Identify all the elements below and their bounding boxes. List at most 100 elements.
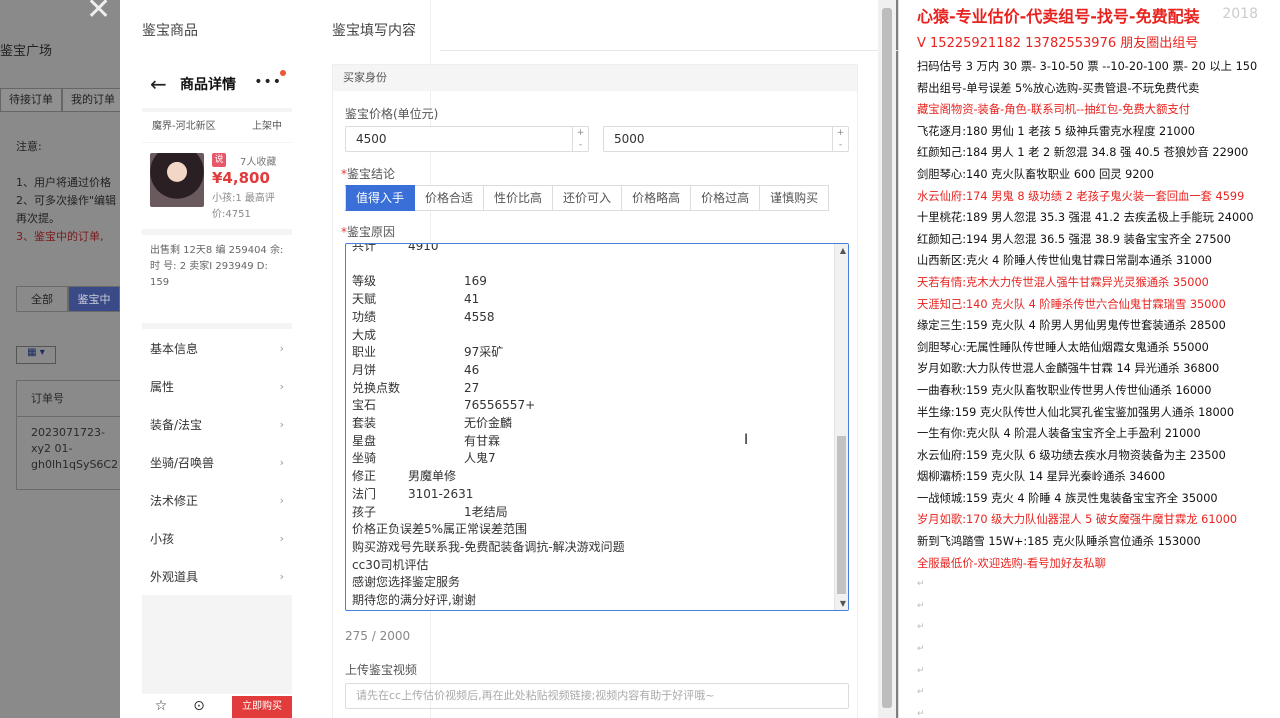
bg-tabs: 待接订单 我的订单 (0, 88, 120, 112)
reason-line: 天赋 41 (352, 291, 832, 309)
location-icon[interactable]: ⊙ (180, 694, 218, 718)
bg-filter-all[interactable]: 全部 (16, 286, 68, 312)
doc-line: 缘定三生:159 克火队 4 阶男人男仙男鬼传世套装通杀 28500 (917, 319, 1226, 333)
reason-text: 共计 4910 等级 169 天赋 41 功绩 4558 大成 职业 97采矿 月饼 46 兑换点数 27… (352, 243, 832, 610)
menu-item-label: 外观道具 (150, 569, 199, 584)
reason-key: 职业 (352, 345, 377, 360)
reason-key: 共计 (352, 243, 377, 253)
star-icon[interactable]: ☆ (142, 694, 180, 718)
reason-line: 坐骑 人鬼7 (352, 450, 832, 468)
menu-item-appearance[interactable]: 外观道具 › (142, 557, 292, 595)
stepper-icon[interactable]: + - (572, 127, 588, 151)
buy-now-button[interactable]: 立即购买 (232, 696, 292, 718)
reason-key: 孩子 (352, 504, 377, 519)
product-menu: 基本信息 › 属性 › 装备/法宝 › 坐骑/召唤兽 › 法术修正 › 小孩 › 外观道具 › (142, 329, 292, 595)
menu-item-spell-correction[interactable]: 法术修正 › (142, 481, 292, 519)
favorite-count: 7人收藏 (240, 157, 277, 168)
bg-filter: 全部 鉴宝中 (16, 286, 120, 312)
chevron-right-icon: › (279, 531, 284, 545)
appraisal-content-heading: 鉴宝填写内容 (332, 23, 416, 39)
stepper-icon[interactable]: + - (832, 127, 848, 151)
reason-key: 大成 (352, 327, 377, 342)
background-page: 鉴宝广场 待接订单 我的订单 注意: 1、用户将通过价格 2、可多次操作"编辑 … (0, 0, 120, 718)
reason-key: 期待您的满分好评,谢谢 (352, 593, 476, 608)
chevron-right-icon: › (279, 341, 284, 355)
bg-tab-pending[interactable]: 待接订单 (0, 88, 62, 112)
chevron-right-icon: › (279, 493, 284, 507)
doc-line: 剑胆琴心:无属性睡队传世睡人太皓仙烟霞女鬼通杀 55000 (917, 340, 1209, 354)
reason-line: 套装 无价金麟 (352, 415, 832, 433)
reason-key: 坐骑 (352, 451, 377, 466)
menu-item-basic-info[interactable]: 基本信息 › (142, 329, 292, 367)
paragraph-mark-icon: ↵ (917, 600, 925, 611)
bg-table-cell: 2023071723-xy2 01- gh0lh1qSyS6C2 (31, 426, 119, 471)
reason-value: 169 (464, 274, 487, 289)
doc-line: 烟柳灞桥:159 克火队 14 星异光秦岭通杀 34600 (917, 470, 1166, 484)
reason-line: 价格正负误差5%属正常误差范围 (352, 521, 832, 539)
reason-line: cc30司机评估 (352, 557, 832, 575)
product-price: ¥4,800 (212, 169, 270, 187)
product-card[interactable]: 说 7人收藏 ¥4,800 小孩:1 最高评价:4751 (142, 143, 292, 229)
product-status: 上架中 (252, 121, 282, 132)
close-icon[interactable]: ✕ (86, 0, 111, 27)
reason-label: *鉴宝原因 (341, 225, 396, 239)
menu-item-children[interactable]: 小孩 › (142, 519, 292, 557)
conclusion-label-text: 鉴宝结论 (347, 167, 396, 181)
conclusion-bargain[interactable]: 还价可入 (553, 185, 623, 211)
conclusion-good-value[interactable]: 性价比高 (484, 185, 554, 211)
conclusion-fair-price[interactable]: 价格合适 (415, 185, 485, 211)
conclusion-options: 值得入手 价格合适 性价比高 还价可入 价格略高 价格过高 谨慎购买 (345, 185, 830, 211)
conclusion-worth-buying[interactable]: 值得入手 (345, 185, 416, 211)
conclusion-cautious[interactable]: 谨慎购买 (760, 185, 830, 211)
doc-line: 一曲春秋:159 克火队畜牧职业传世男人传世仙通杀 16000 (917, 383, 1212, 397)
scroll-thumb[interactable] (837, 436, 846, 594)
doc-lines: 扫码估号 3 万内 30 票- 3-10-50 票 --10-20-100 票-… (917, 56, 1280, 574)
menu-item-attributes[interactable]: 属性 › (142, 367, 292, 405)
reason-key: 宝石 (352, 398, 377, 413)
bg-order-table: 订单号 2023071723-xy2 01- gh0lh1qSyS6C2 (16, 380, 120, 490)
menu-item-mounts[interactable]: 坐骑/召唤兽 › (142, 443, 292, 481)
paragraph-mark-icon: ↵ (917, 708, 925, 718)
price-max-value: 5000 (614, 132, 645, 146)
scroll-up-icon[interactable]: ▲ (840, 246, 846, 255)
price-max-input[interactable]: 5000 + - (603, 126, 849, 152)
page-scrollbar[interactable] (878, 0, 896, 718)
doc-line: 水云仙府:159 克火队 6 级功绩去疾水月物资装备为主 23500 (917, 448, 1226, 462)
doc-line: 红颜知己:194 男人忽混 36.5 强混 38.9 装备宝宝齐全 27500 (917, 232, 1231, 246)
reason-key: cc30司机评估 (352, 557, 429, 572)
page-scroll-thumb[interactable] (882, 8, 892, 708)
reason-key: 法门 (352, 486, 377, 501)
bg-tab-mine[interactable]: 我的订单 (62, 88, 120, 112)
conclusion-too-high[interactable]: 价格过高 (691, 185, 761, 211)
product-region-row: 魔界-河北新区 上架中 (142, 112, 292, 142)
reason-line (352, 256, 832, 274)
reason-line: 购买游戏号先联系我-免费配装备调抗-解决游戏问题 (352, 539, 832, 557)
doc-line: 一生有你:克火队 4 阶混人装备宝宝齐全上手盈利 21000 (917, 427, 1201, 441)
doc-line: 十里桃花:189 男人忽混 35.3 强混 41.2 去疾孟极上手能玩 2400… (917, 211, 1254, 225)
video-link-input[interactable]: 请先在cc上传估价视频后,再在此处粘贴视频链接;视频内容有助于好评哦~ (345, 683, 849, 709)
price-label: 鉴宝价格(单位元) (345, 107, 439, 121)
conclusion-slightly-high[interactable]: 价格略高 (622, 185, 692, 211)
reason-line: 职业 97采矿 (352, 344, 832, 362)
menu-item-equipment[interactable]: 装备/法宝 › (142, 405, 292, 443)
doc-line: 半生缘:159 克火队传世人仙北冥孔雀宝鉴加强男人通杀 18000 (917, 405, 1235, 419)
scroll-down-icon[interactable]: ▼ (840, 599, 846, 608)
reason-value: 人鬼7 (464, 451, 496, 466)
reason-key: 套装 (352, 416, 377, 431)
bg-note-line: 注意: (16, 140, 42, 153)
reason-textarea[interactable]: 共计 4910 等级 169 天赋 41 功绩 4558 大成 职业 97采矿 月饼 46 兑换点数 27… (345, 243, 849, 611)
reason-value: 有甘霖 (464, 433, 501, 448)
paragraph-mark-icon: ↵ (917, 579, 925, 590)
reason-key: 月饼 (352, 362, 377, 377)
chevron-right-icon: › (279, 379, 284, 393)
reason-value: 4558 (464, 309, 495, 324)
more-icon[interactable]: ••• (254, 74, 282, 90)
bg-page-title: 鉴宝广场 (0, 44, 53, 59)
back-arrow-icon[interactable]: ← (150, 72, 180, 96)
price-min-input[interactable]: 4500 + - (345, 126, 589, 152)
doc-line: 新到飞鸿踏雪 15W+:185 克火队睡杀宫位通杀 153000 (917, 535, 1201, 549)
grid-view-icon[interactable]: ▦ ▾ (16, 346, 56, 364)
bg-filter-appraising[interactable]: 鉴宝中 (68, 286, 120, 312)
textarea-scrollbar[interactable]: ▲ ▼ (834, 244, 848, 610)
reason-value: 男魔单修 (408, 469, 457, 484)
